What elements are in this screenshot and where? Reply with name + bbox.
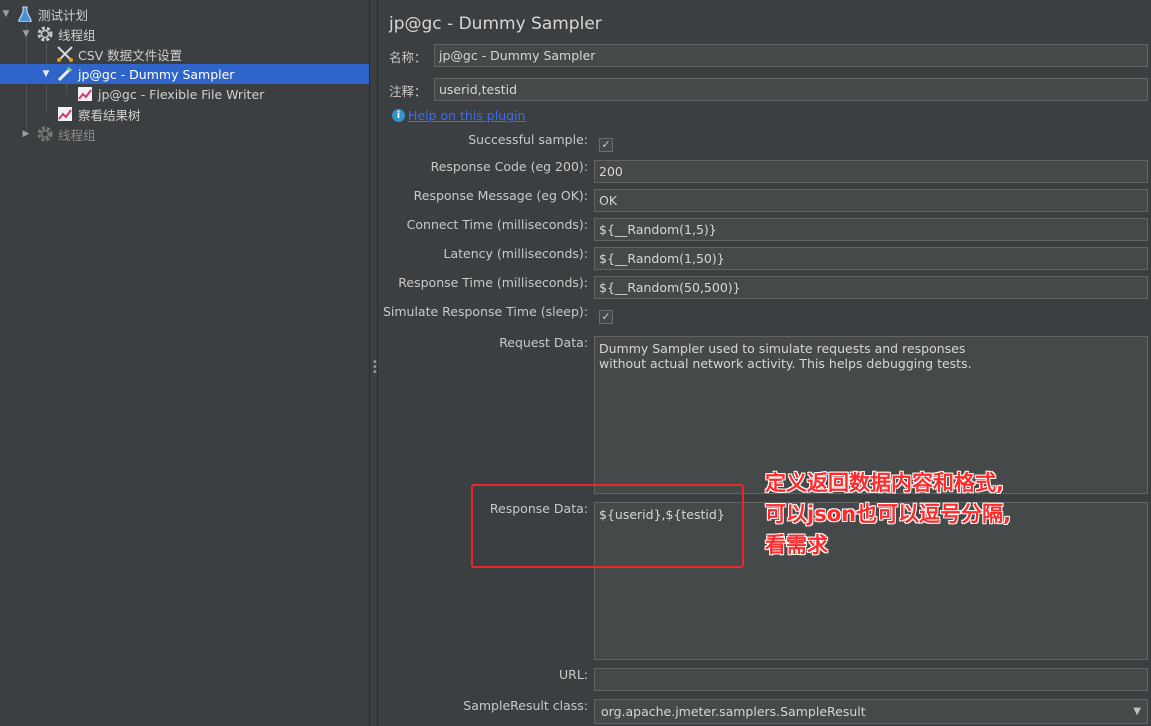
- chevron-down-icon[interactable]: ▼: [20, 24, 32, 44]
- sampler-config-panel: jp@gc - Dummy Sampler 名称： jp@gc - Dummy …: [379, 0, 1151, 726]
- comment-input[interactable]: userid,testid: [434, 78, 1148, 101]
- request-data-label: Request Data:: [499, 335, 588, 350]
- page-title: jp@gc - Dummy Sampler: [389, 14, 602, 34]
- tree-item-label: jp@gc - Flexible File Writer: [98, 86, 265, 102]
- successful-sample-checkbox[interactable]: ✓: [599, 138, 613, 152]
- help-link[interactable]: Help on this plugin: [408, 108, 525, 123]
- connect-time-label: Connect Time (milliseconds):: [406, 217, 588, 232]
- response-message-label: Response Message (eg OK):: [413, 188, 588, 203]
- comment-label: 注释：: [389, 84, 427, 99]
- response-message-input[interactable]: OK: [594, 189, 1148, 212]
- response-code-input[interactable]: 200: [594, 160, 1148, 183]
- simulate-response-checkbox[interactable]: ✓: [599, 310, 613, 324]
- scissors-icon: [56, 45, 74, 63]
- checkmark-icon: ✓: [601, 138, 611, 151]
- tree-item-dummy-sampler[interactable]: ▼ jp@gc - Dummy Sampler: [0, 64, 369, 84]
- gear-icon: [36, 25, 54, 43]
- pipette-icon: [56, 65, 74, 83]
- url-label: URL:: [558, 667, 588, 682]
- response-time-input[interactable]: ${__Random(50,500)}: [594, 276, 1148, 299]
- response-code-label: Response Code (eg 200):: [430, 159, 588, 174]
- sample-result-class-value: org.apache.jmeter.samplers.SampleResult: [601, 704, 866, 719]
- tree-item-test-plan[interactable]: ▼ 测试计划: [0, 4, 369, 24]
- help-link-row[interactable]: i Help on this plugin: [392, 108, 525, 123]
- tree-item-label: CSV 数据文件设置: [78, 47, 183, 63]
- panel-splitter[interactable]: • • •: [369, 0, 378, 726]
- checkmark-icon: ✓: [601, 310, 611, 323]
- chevron-down-icon[interactable]: ▼: [1133, 700, 1141, 723]
- name-input[interactable]: jp@gc - Dummy Sampler: [434, 44, 1148, 67]
- annotation-text: 定义返回数据内容和格式, 可以json也可以逗号分隔, 看需求: [765, 468, 1065, 561]
- connect-time-input[interactable]: ${__Random(1,5)}: [594, 218, 1148, 241]
- chevron-down-icon[interactable]: ▼: [40, 64, 52, 84]
- sample-result-class-select[interactable]: org.apache.jmeter.samplers.SampleResult …: [594, 699, 1148, 724]
- annotation-line: 可以json也可以逗号分隔,: [765, 502, 1012, 526]
- latency-label: Latency (milliseconds):: [443, 246, 588, 261]
- name-label: 名称：: [389, 50, 427, 65]
- successful-sample-label: Successful sample:: [468, 132, 588, 147]
- latency-input[interactable]: ${__Random(1,50)}: [594, 247, 1148, 270]
- url-input[interactable]: [594, 668, 1148, 691]
- simulate-response-label: Simulate Response Time (sleep):: [382, 304, 588, 319]
- chart-icon: [56, 105, 74, 123]
- tree-item-label: 线程组: [58, 127, 96, 143]
- chevron-right-icon[interactable]: ▶: [20, 124, 32, 144]
- tree-item-csv-config[interactable]: CSV 数据文件设置: [0, 44, 369, 64]
- info-icon: i: [392, 109, 405, 122]
- gear-icon: [36, 125, 54, 143]
- tree-item-thread-group-disabled[interactable]: ▶ 线程组: [0, 124, 369, 144]
- test-plan-tree: ▼ 测试计划 ▼ 线程组 CSV 数据文件设置 ▼ jp@gc - Dummy …: [0, 0, 369, 726]
- response-time-label: Response Time (milliseconds):: [398, 275, 588, 290]
- drag-handle-icon[interactable]: • • •: [372, 358, 378, 378]
- tree-item-file-writer[interactable]: jp@gc - Flexible File Writer: [0, 84, 369, 104]
- tree-item-label: 测试计划: [38, 7, 89, 23]
- tree-item-view-results[interactable]: 察看结果树: [0, 104, 369, 124]
- sample-result-class-label: SampleResult class:: [463, 698, 588, 713]
- annotation-highlight-box: [471, 484, 744, 568]
- flask-icon: [16, 5, 34, 23]
- tree-item-label: jp@gc - Dummy Sampler: [78, 66, 235, 82]
- chart-icon: [76, 85, 94, 103]
- tree-item-label: 线程组: [58, 27, 96, 43]
- annotation-line: 看需求: [765, 533, 828, 557]
- tree-item-label: 察看结果树: [78, 107, 141, 123]
- annotation-line: 定义返回数据内容和格式,: [765, 471, 1004, 495]
- tree-item-thread-group[interactable]: ▼ 线程组: [0, 24, 369, 44]
- chevron-down-icon[interactable]: ▼: [0, 4, 12, 24]
